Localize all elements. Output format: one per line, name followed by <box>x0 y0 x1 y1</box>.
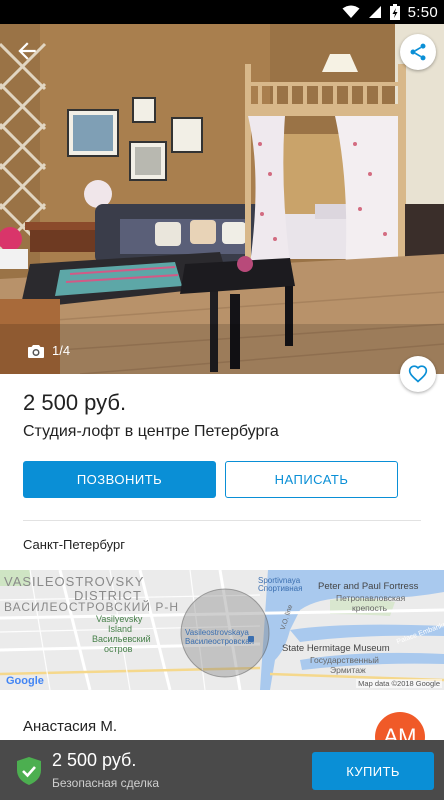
heart-icon <box>408 365 428 383</box>
shield-check-icon <box>17 757 41 785</box>
google-logo: Google <box>6 675 44 687</box>
listing-price: 2 500 руб. <box>23 390 127 415</box>
listing-title: Студия-лофт в центре Петербурга <box>23 423 279 440</box>
signal-icon <box>368 6 381 18</box>
share-icon <box>410 43 426 61</box>
map-label: Петропавловская <box>336 593 406 603</box>
map-label: Peter and Paul Fortress <box>318 581 419 592</box>
listing-city: Санкт-Петербург <box>23 537 125 552</box>
share-button[interactable] <box>400 34 436 70</box>
map-label: Спортивная <box>258 584 303 593</box>
photo-counter-text: 1/4 <box>52 343 71 358</box>
map-label: VASILEOSTROVSKY <box>4 574 145 589</box>
listing-photo[interactable]: 1/4 <box>0 24 444 374</box>
map-label: Island <box>108 624 133 634</box>
back-arrow-icon <box>18 42 36 60</box>
divider <box>23 520 421 521</box>
buy-button[interactable]: КУПИТЬ <box>312 752 434 790</box>
safe-deal-label: Безопасная сделка <box>52 776 160 790</box>
battery-charging-icon <box>389 4 400 20</box>
location-map[interactable]: VASILEOSTROVSKY DISTRICT ВАСИЛЕОСТРОВСКИ… <box>0 570 444 690</box>
map-label: Эрмитаж <box>330 665 366 675</box>
wifi-icon <box>342 5 360 18</box>
write-message-button[interactable]: НАПИСАТЬ <box>225 461 398 498</box>
camera-icon <box>28 344 44 358</box>
map-label: крепость <box>352 603 388 613</box>
bottom-purchase-bar: 2 500 руб. Безопасная сделка КУПИТЬ <box>0 740 444 800</box>
back-button[interactable] <box>14 38 40 64</box>
map-label: остров <box>104 644 133 654</box>
map-label: ВАСИЛЕОСТРОВСКИЙ Р-Н <box>4 600 180 614</box>
favorite-button[interactable] <box>400 356 436 392</box>
map-label: Vasileostrovskaya <box>185 628 249 637</box>
map-label: Vasilyevsky <box>96 614 143 624</box>
status-bar: 5:50 <box>0 0 444 24</box>
map-label: Государственный <box>310 655 379 665</box>
apartment-photo <box>0 24 444 374</box>
status-time: 5:50 <box>407 3 438 21</box>
call-button[interactable]: ПОЗВОНИТЬ <box>23 461 216 498</box>
seller-name[interactable]: Анастасия М. <box>23 718 117 735</box>
map-label: State Hermitage Museum <box>282 643 390 654</box>
bottom-price: 2 500 руб. <box>52 750 137 770</box>
map-attribution: Map data ©2018 Google <box>356 679 442 688</box>
photo-counter: 1/4 <box>28 343 70 358</box>
map-label: Васильевский <box>92 634 151 644</box>
map-label: Василеостровская <box>185 637 254 646</box>
